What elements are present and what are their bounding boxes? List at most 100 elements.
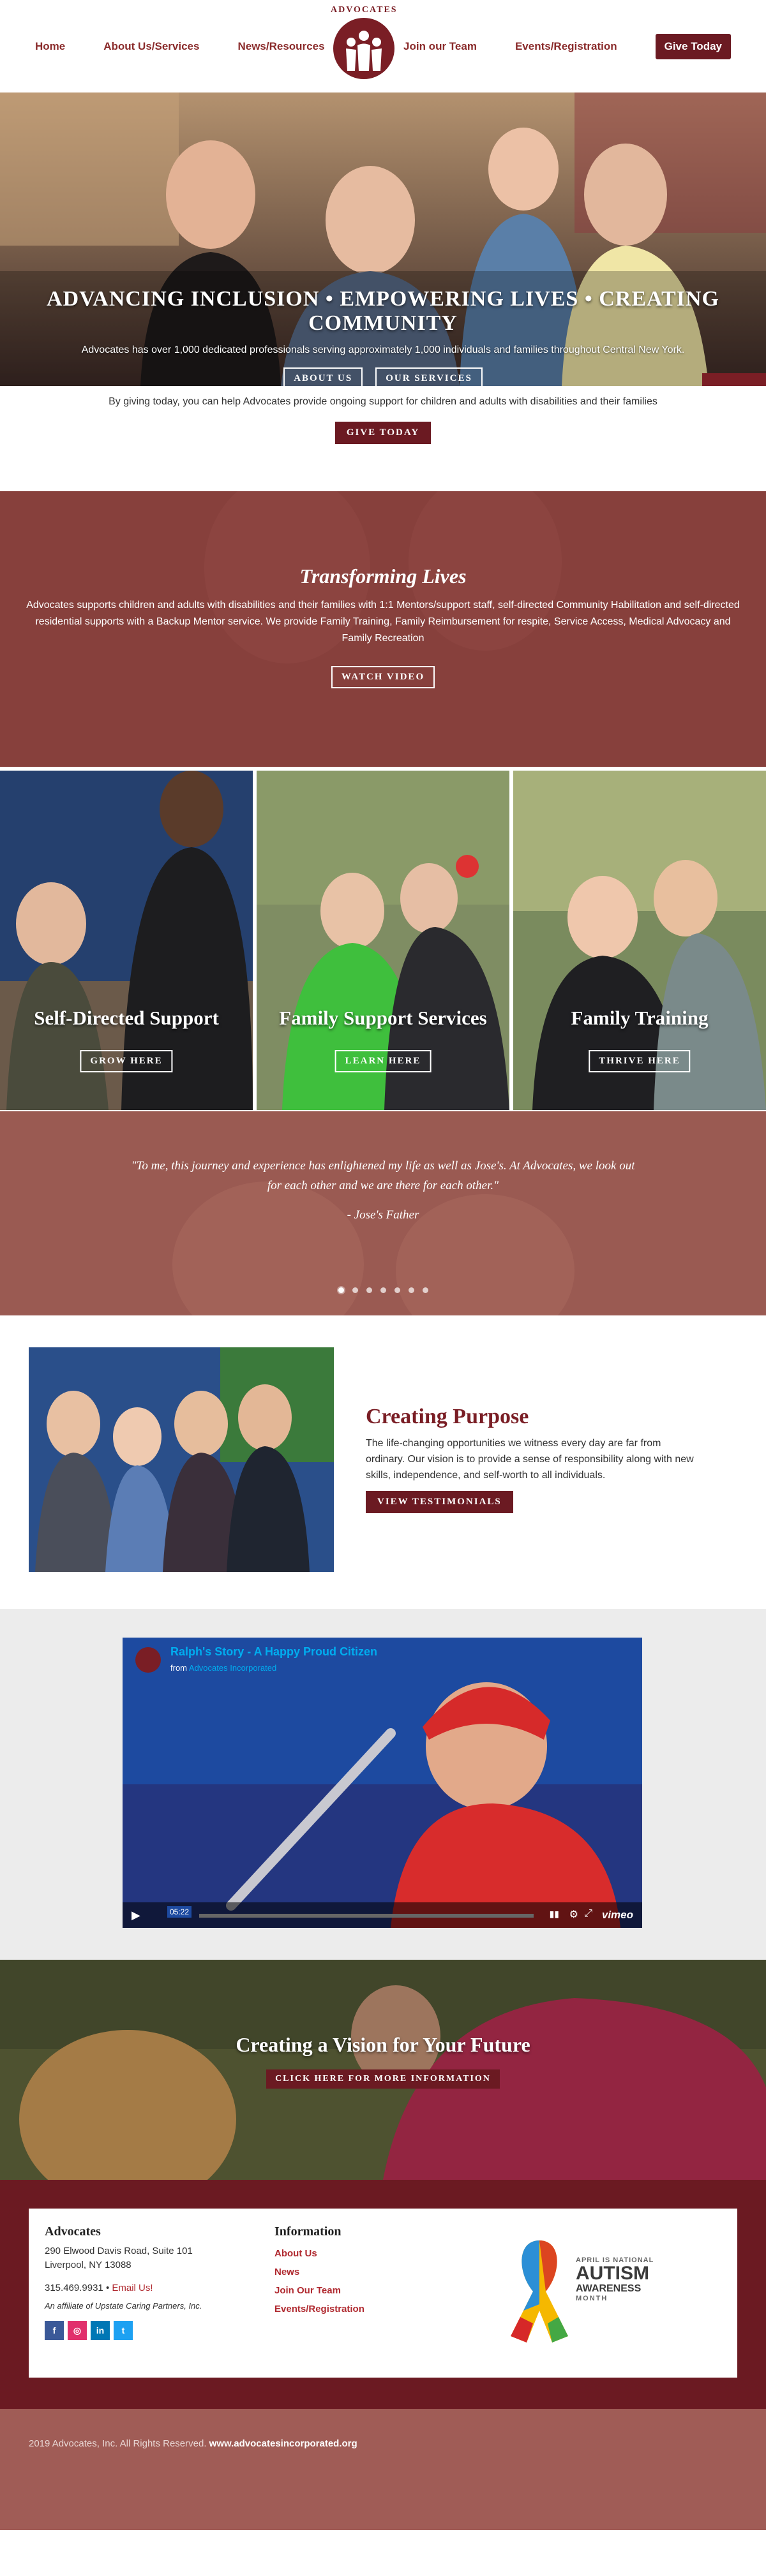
transforming-lives-section: Transforming Lives Advocates supports ch…	[0, 491, 766, 767]
video-from: from Advocates Incorporated	[170, 1663, 276, 1673]
footer-link-events[interactable]: Events/Registration	[274, 2300, 364, 2318]
footer-information: Information About Us News Join Our Team …	[274, 2224, 364, 2318]
badge-month: MONTH	[576, 2295, 608, 2302]
our-services-button[interactable]: OUR SERVICES	[375, 367, 483, 386]
advocates-logo[interactable]: ADVOCATES	[329, 5, 399, 88]
video-thumbnail	[123, 1638, 642, 1928]
nav-give-today-button[interactable]: Give Today	[655, 33, 731, 59]
footer-phone[interactable]: 315.469.9931	[45, 2283, 103, 2293]
quote-text: "To me, this journey and experience has …	[131, 1159, 635, 1192]
copyright-text: 2019 Advocates, Inc. All Rights Reserved…	[29, 2438, 207, 2449]
footer-phone-row: 315.469.9931 • Email Us!	[45, 2283, 255, 2293]
fullscreen-icon[interactable]: ⤢	[584, 1908, 592, 1920]
tile-title: Family Support Services	[279, 1007, 487, 1029]
nav-home[interactable]: Home	[35, 40, 65, 53]
top-nav: Home About Us/Services News/Resources AD…	[0, 0, 766, 93]
vimeo-video-player[interactable]: Ralph's Story - A Happy Proud Citizen fr…	[123, 1638, 642, 1928]
volume-icon[interactable]: ▮▮	[550, 1909, 559, 1920]
carousel-dot[interactable]	[408, 1287, 414, 1293]
footer-link-news[interactable]: News	[274, 2263, 364, 2281]
tile-title: Self-Directed Support	[34, 1007, 219, 1029]
transform-content: Transforming Lives Advocates supports ch…	[0, 565, 766, 688]
nav-left: Home About Us/Services News/Resources	[35, 40, 325, 53]
purpose-group-photo	[29, 1347, 334, 1572]
video-section: Ralph's Story - A Happy Proud Citizen fr…	[0, 1609, 766, 1960]
tile-self-directed-support[interactable]: Self-Directed Support GROW HERE	[0, 771, 253, 1110]
carousel-dot[interactable]	[422, 1287, 428, 1293]
carousel-dots	[0, 1287, 766, 1293]
give-today-button[interactable]: GIVE TODAY	[334, 422, 432, 444]
copyright-bar: 2019 Advocates, Inc. All Rights Reserved…	[0, 2409, 766, 2530]
logo-text: ADVOCATES	[330, 4, 398, 15]
hero-subtitle: Advocates has over 1,000 dedicated profe…	[81, 344, 685, 355]
nav-join-team[interactable]: Join our Team	[403, 40, 477, 53]
footer-links: About Us News Join Our Team Events/Regis…	[274, 2244, 364, 2318]
hero-title: ADVANCING INCLUSION • EMPOWERING LIVES •…	[47, 287, 719, 335]
twitter-icon[interactable]: t	[114, 2321, 133, 2340]
view-testimonials-button[interactable]: VIEW TESTIMONIALS	[366, 1491, 513, 1513]
purpose-title: Creating Purpose	[366, 1405, 529, 1428]
video-time: 05:22	[167, 1906, 192, 1918]
give-strip: By giving today, you can help Advocates …	[0, 386, 766, 491]
footer-separator: •	[105, 2283, 110, 2293]
watch-video-button[interactable]: WATCH VIDEO	[331, 666, 435, 688]
linkedin-icon[interactable]: in	[91, 2321, 110, 2340]
transform-title: Transforming Lives	[299, 565, 467, 588]
nav-news-resources[interactable]: News/Resources	[237, 40, 324, 53]
social-links: f ◎ in t	[45, 2321, 255, 2340]
facebook-icon[interactable]: f	[45, 2321, 64, 2340]
video-from-name[interactable]: Advocates Incorporated	[189, 1663, 276, 1673]
video-progress-bar[interactable]	[199, 1914, 534, 1918]
purpose-text: The life-changing opportunities we witne…	[366, 1438, 694, 1481]
nav-about-services[interactable]: About Us/Services	[103, 40, 199, 53]
footer-card: Advocates 290 Elwood Davis Road, Suite 1…	[29, 2209, 737, 2378]
settings-icon[interactable]: ⚙	[569, 1908, 578, 1921]
quote-author: - Jose's Father	[347, 1208, 419, 1222]
hero-banner: ADVANCING INCLUSION • EMPOWERING LIVES •…	[0, 93, 766, 386]
carousel-dot[interactable]	[380, 1287, 386, 1293]
vision-section: Creating a Vision for Your Future CLICK …	[0, 1960, 766, 2180]
hero-side-tab[interactable]	[702, 373, 766, 386]
about-us-button[interactable]: ABOUT US	[283, 367, 363, 386]
footer-contact: Advocates 290 Elwood Davis Road, Suite 1…	[45, 2224, 255, 2340]
badge-big: AUTISM	[576, 2263, 649, 2284]
footer: Advocates 290 Elwood Davis Road, Suite 1…	[0, 2180, 766, 2409]
carousel-dot[interactable]	[352, 1287, 358, 1293]
copyright-site-link[interactable]: www.advocatesincorporated.org	[209, 2438, 357, 2449]
carousel-dot[interactable]	[338, 1287, 344, 1293]
badge-text: APRIL IS NATIONAL AUTISM AWARENESS MONTH	[576, 2256, 672, 2302]
thrive-here-button[interactable]: THRIVE HERE	[589, 1050, 691, 1072]
badge-mid: AWARENESS	[576, 2283, 642, 2294]
copyright-line: 2019 Advocates, Inc. All Rights Reserved…	[29, 2438, 357, 2449]
hero-buttons: ABOUT US OUR SERVICES	[0, 367, 766, 386]
puzzle-ribbon-icon	[511, 2240, 568, 2343]
transform-text: Advocates supports children and adults w…	[26, 600, 740, 644]
grow-here-button[interactable]: GROW HERE	[80, 1050, 173, 1072]
footer-org-name: Advocates	[45, 2224, 101, 2239]
nav-events-registration[interactable]: Events/Registration	[515, 40, 617, 53]
autism-awareness-badge[interactable]: APRIL IS NATIONAL AUTISM AWARENESS MONTH	[504, 2228, 670, 2349]
video-from-prefix: from	[170, 1663, 187, 1673]
tile-family-support-services[interactable]: Family Support Services LEARN HERE	[257, 771, 509, 1110]
nav-right: Join our Team Events/Registration Give T…	[403, 33, 731, 59]
footer-link-about[interactable]: About Us	[274, 2244, 364, 2263]
carousel-dot[interactable]	[366, 1287, 372, 1293]
video-controls: ▶ 05:22 ▮▮ ⚙ ⤢ vimeo	[123, 1902, 642, 1928]
email-us-link[interactable]: Email Us!	[112, 2283, 153, 2293]
video-title[interactable]: Ralph's Story - A Happy Proud Citizen	[170, 1645, 377, 1659]
tile-title: Family Training	[571, 1007, 709, 1029]
purpose-body: Creating Purpose The life-changing oppor…	[366, 1405, 698, 1513]
footer-info-heading: Information	[274, 2224, 342, 2239]
hero-content: ADVANCING INCLUSION • EMPOWERING LIVES •…	[0, 287, 766, 386]
logo-emblem-icon	[333, 17, 395, 79]
purpose-photo	[29, 1347, 334, 1572]
instagram-icon[interactable]: ◎	[68, 2321, 87, 2340]
tile-family-training[interactable]: Family Training THRIVE HERE	[513, 771, 766, 1110]
learn-here-button[interactable]: LEARN HERE	[334, 1050, 432, 1072]
footer-link-join-team[interactable]: Join Our Team	[274, 2281, 364, 2300]
service-tiles: Self-Directed Support GROW HERE Family S…	[0, 767, 766, 1111]
more-information-button[interactable]: CLICK HERE FOR MORE INFORMATION	[266, 2069, 500, 2089]
carousel-dot[interactable]	[394, 1287, 400, 1293]
vimeo-logo[interactable]: vimeo	[602, 1909, 633, 1921]
play-icon[interactable]: ▶	[131, 1909, 140, 1922]
